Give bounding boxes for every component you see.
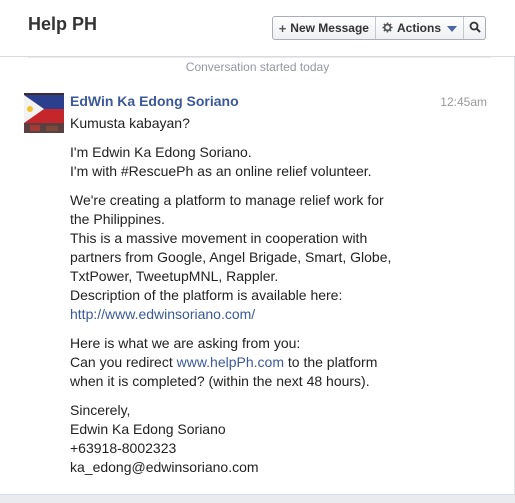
message-line: http://www.edwinsoriano.com/ bbox=[70, 305, 490, 324]
reply-area-edge bbox=[0, 494, 515, 503]
message-line: when it is completed? (within the next 4… bbox=[70, 373, 370, 389]
message-paragraph: I'm Edwin Ka Edong Soriano. I'm with #Re… bbox=[70, 143, 490, 181]
message-text: to the platform bbox=[284, 354, 378, 370]
message-line: I'm Edwin Ka Edong Soriano. bbox=[70, 144, 252, 160]
message-line: Description of the platform is available… bbox=[70, 287, 343, 303]
message-paragraph: We're creating a platform to manage reli… bbox=[70, 191, 490, 324]
message-line: Edwin Ka Edong Soriano bbox=[70, 421, 226, 437]
message-line: Kumusta kabayan? bbox=[70, 115, 190, 131]
edwinsoriano-link[interactable]: http://www.edwinsoriano.com/ bbox=[70, 306, 255, 322]
helpph-link[interactable]: www.helpPh.com bbox=[177, 354, 284, 370]
actions-button[interactable]: Actions bbox=[374, 17, 463, 39]
message-line: I'm with #RescuePh as an online relief v… bbox=[70, 163, 372, 179]
message-line: Here is what we are asking from you: bbox=[70, 335, 301, 351]
message-line: Can you redirect www.helpPh.com to the p… bbox=[70, 353, 490, 372]
message-line: ka_edong@edwinsoriano.com bbox=[70, 459, 259, 475]
sender-name[interactable]: EdWin Ka Edong Soriano bbox=[70, 93, 239, 109]
message-signature: Sincerely, Edwin Ka Edong Soriano +63918… bbox=[70, 401, 490, 477]
chevron-down-icon bbox=[447, 26, 457, 32]
message-timestamp: 12:45am bbox=[440, 95, 487, 109]
message-body: Kumusta kabayan? I'm Edwin Ka Edong Sori… bbox=[70, 114, 490, 487]
message-line: Sincerely, bbox=[70, 402, 131, 418]
message-line: We're creating a platform to manage reli… bbox=[70, 192, 384, 208]
search-icon bbox=[469, 21, 481, 36]
conversation-started-label: Conversation started today bbox=[185, 60, 330, 74]
message-toolbar: + New Message Actions bbox=[271, 16, 486, 40]
plus-icon: + bbox=[278, 20, 287, 36]
search-button[interactable] bbox=[463, 17, 485, 39]
messages-window: Help PH + New Message Actions Conversati… bbox=[0, 0, 515, 503]
new-message-label: New Message bbox=[290, 21, 369, 35]
message-text: Can you redirect bbox=[70, 354, 177, 370]
message-line: the Philippines. bbox=[70, 211, 165, 227]
message-line: +63918-8002323 bbox=[70, 440, 177, 456]
gear-icon bbox=[382, 21, 393, 35]
message-line: partners from Google, Angel Brigade, Sma… bbox=[70, 249, 392, 265]
message-paragraph: Here is what we are asking from you: Can… bbox=[70, 334, 490, 391]
conversation-header: Help PH + New Message Actions bbox=[0, 0, 515, 57]
philippine-flag-avatar-icon bbox=[24, 93, 64, 133]
message-paragraph: Kumusta kabayan? bbox=[70, 114, 490, 133]
message-line: This is a massive movement in cooperatio… bbox=[70, 230, 368, 246]
new-message-button[interactable]: + New Message bbox=[273, 17, 375, 39]
actions-label: Actions bbox=[396, 21, 441, 35]
conversation-title: Help PH bbox=[28, 14, 98, 34]
message-line: TxtPower, TweetupMNL, Rappler. bbox=[70, 268, 279, 284]
avatar[interactable] bbox=[24, 93, 64, 133]
conversation-started-divider: Conversation started today bbox=[0, 57, 515, 79]
